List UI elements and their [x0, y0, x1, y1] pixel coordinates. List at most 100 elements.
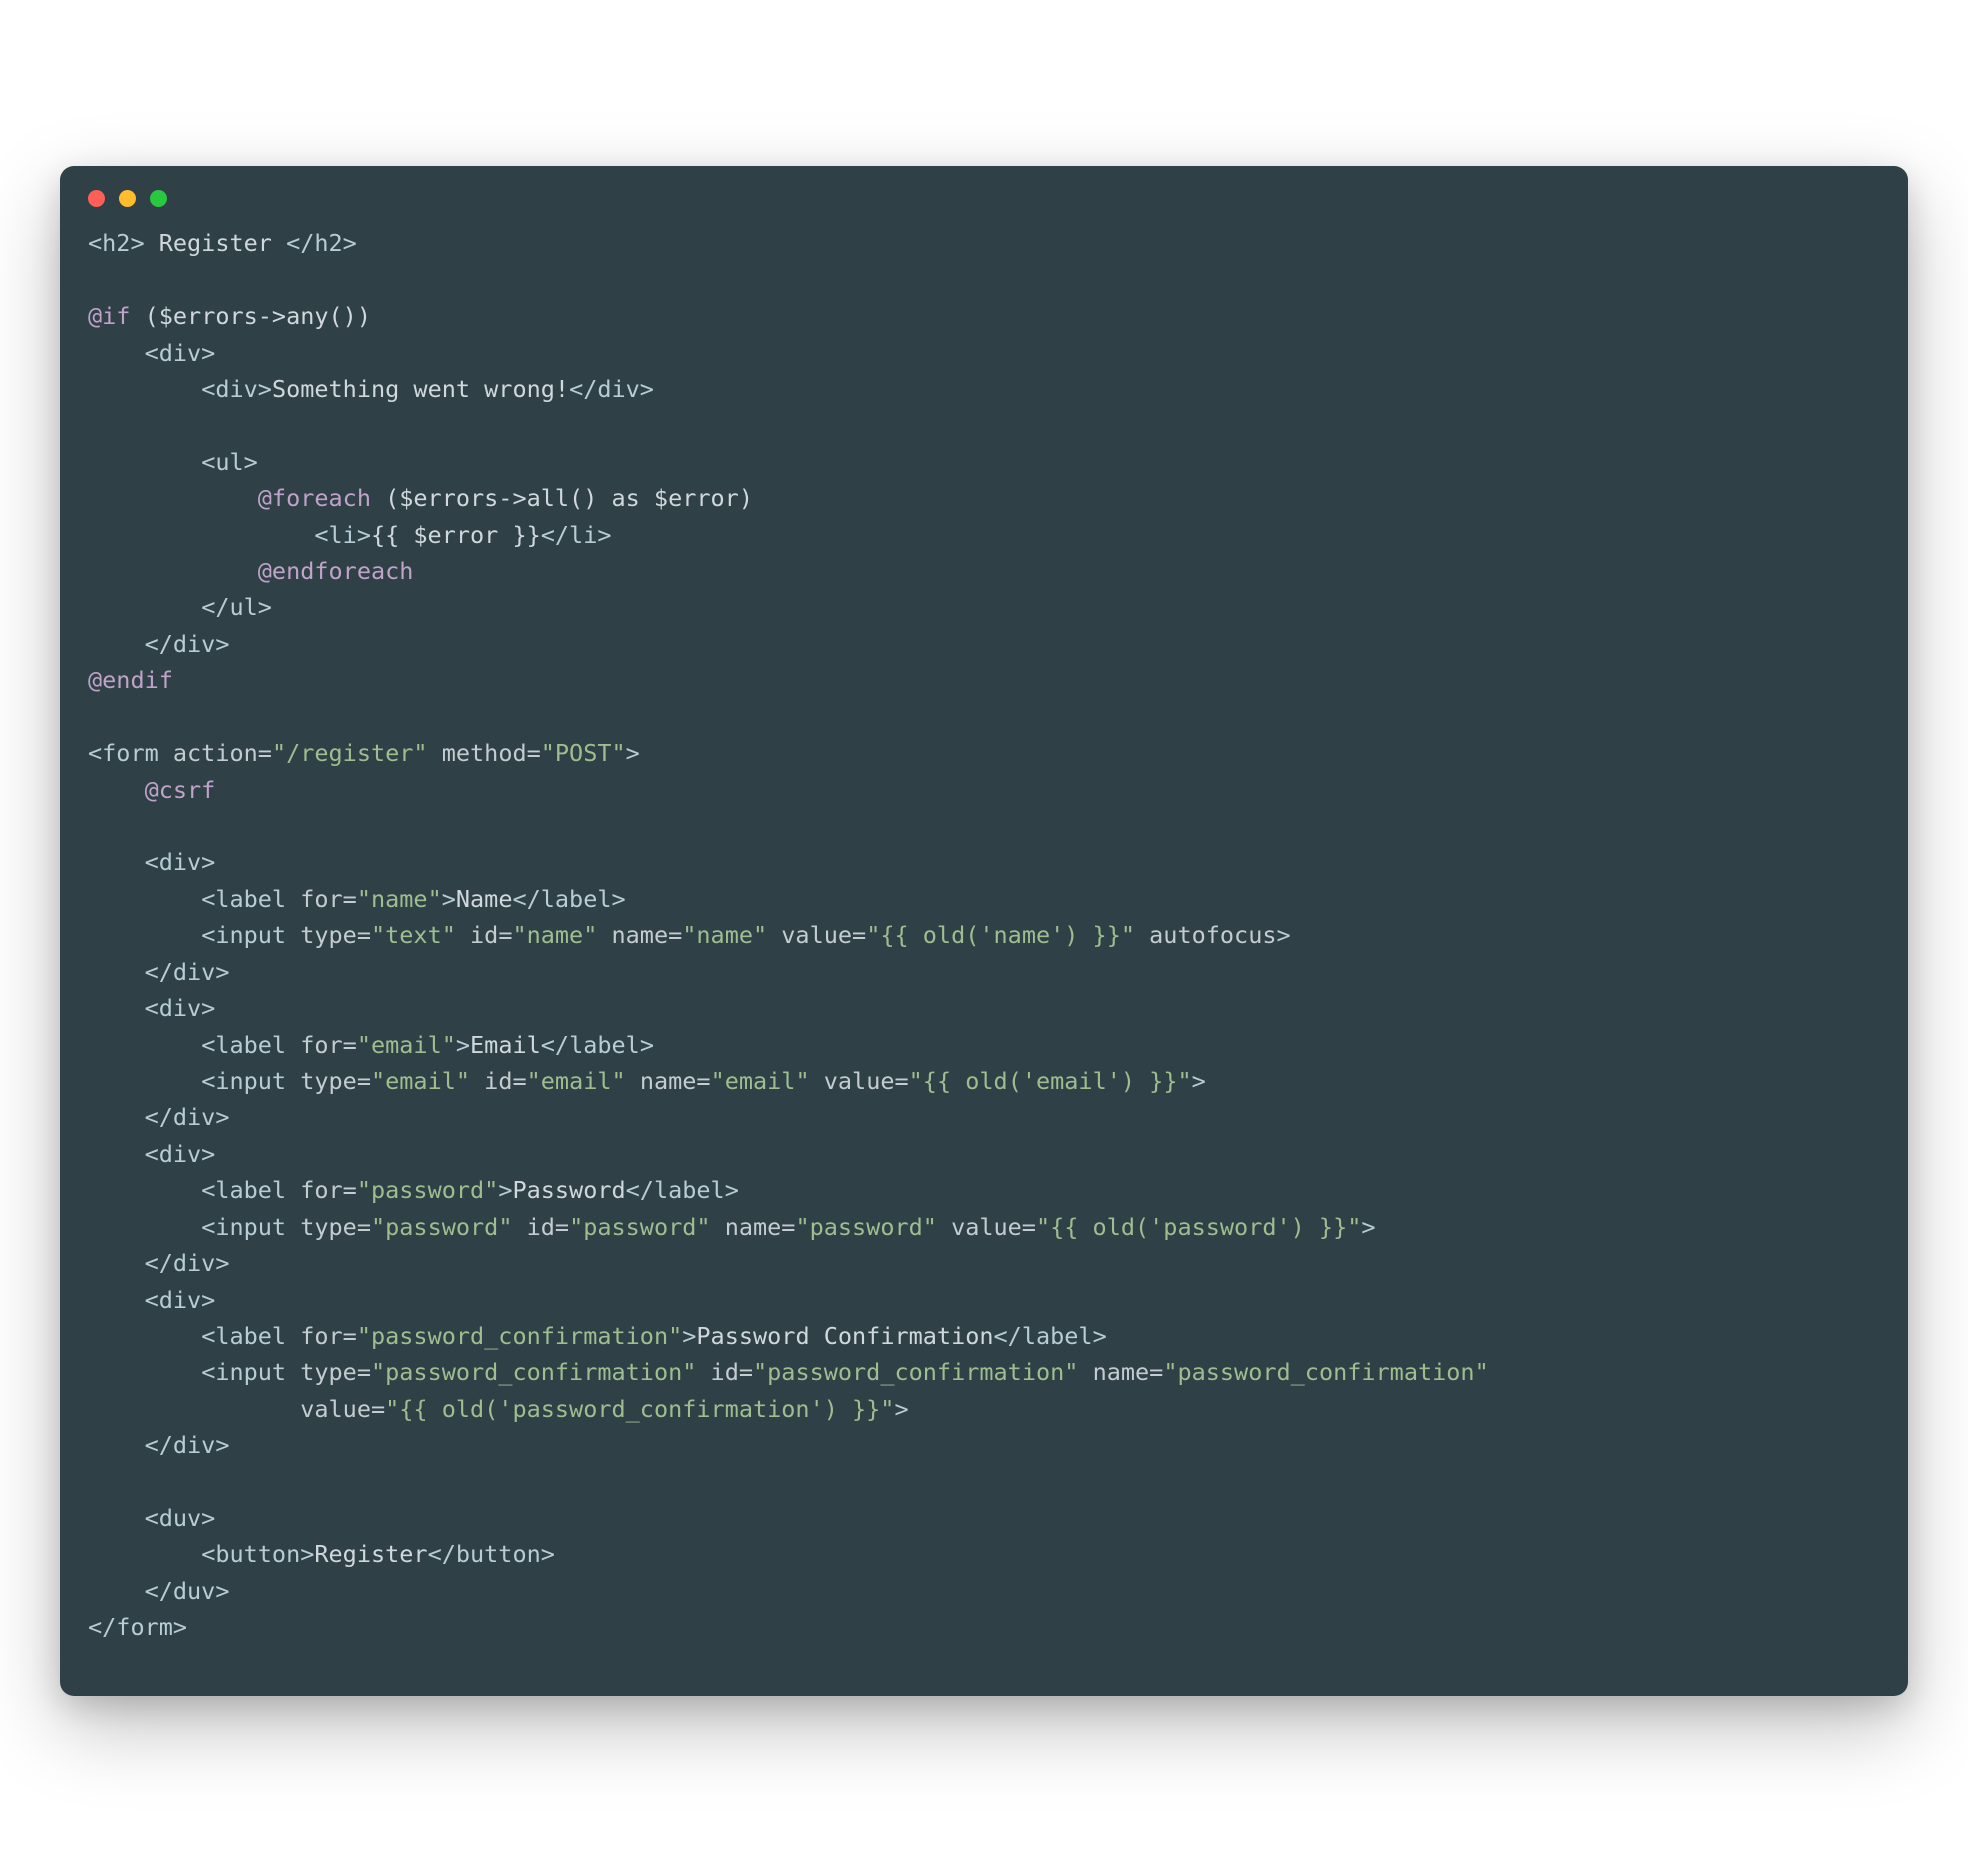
code-line[interactable]: </form> — [88, 1613, 187, 1641]
code-line[interactable]: <input type="email" id="email" name="ema… — [88, 1067, 1206, 1095]
code-line[interactable]: @if ($errors->any()) — [88, 302, 371, 330]
code-token-dir: @csrf — [145, 776, 216, 804]
code-line[interactable]: <input type="password" id="password" nam… — [88, 1213, 1376, 1241]
code-line[interactable]: <div> — [88, 339, 215, 367]
code-token-text — [88, 885, 201, 913]
code-line[interactable]: </div> — [88, 1249, 229, 1277]
code-line[interactable]: <div> — [88, 1140, 215, 1168]
code-token-tag: > — [442, 885, 456, 913]
code-line[interactable]: @foreach ($errors->all() as $error) — [88, 484, 753, 512]
code-token-text — [88, 1140, 145, 1168]
code-token-tag: <ul> — [201, 448, 258, 476]
code-token-tag: </ul> — [201, 593, 272, 621]
code-token-tag: <input — [201, 1358, 300, 1386]
code-line[interactable]: <div> — [88, 994, 215, 1022]
code-token-tag: </li> — [541, 521, 612, 549]
code-token-text — [88, 921, 201, 949]
code-token-attr: value= — [937, 1213, 1036, 1241]
code-token-attr: for= — [300, 1322, 357, 1350]
code-token-tag: <duv> — [145, 1504, 216, 1532]
code-line[interactable]: <div> — [88, 848, 215, 876]
code-token-tag: <label — [201, 1322, 300, 1350]
code-line[interactable]: <duv> — [88, 1504, 215, 1532]
code-line[interactable]: @endif — [88, 666, 173, 694]
code-token-text: Password Confirmation — [696, 1322, 993, 1350]
code-token-text — [88, 1395, 300, 1423]
code-token-text: Register — [145, 229, 286, 257]
code-line[interactable]: </div> — [88, 958, 229, 986]
code-token-text: Register — [314, 1540, 427, 1568]
code-token-text — [88, 593, 201, 621]
code-token-tag: </label> — [541, 1031, 654, 1059]
code-token-tag: </label> — [512, 885, 625, 913]
code-line[interactable]: <div>Something went wrong!</div> — [88, 375, 654, 403]
code-token-text — [88, 1103, 145, 1131]
code-token-tag: <label — [201, 1176, 300, 1204]
code-line[interactable]: </div> — [88, 1103, 229, 1131]
code-token-attr: action= — [173, 739, 272, 767]
code-token-tag: > — [498, 1176, 512, 1204]
code-line[interactable]: <div> — [88, 1286, 215, 1314]
code-editor[interactable]: <h2> Register </h2> @if ($errors->any())… — [60, 215, 1908, 1655]
code-token-text: Name — [456, 885, 513, 913]
code-line[interactable]: <form action="/register" method="POST"> — [88, 739, 640, 767]
code-token-str: "email" — [711, 1067, 810, 1095]
code-token-text — [88, 630, 145, 658]
code-token-attr: type= — [300, 921, 371, 949]
code-token-str: "{{ old('password_confirmation') }}" — [385, 1395, 894, 1423]
code-token-dir: @if — [88, 302, 130, 330]
code-line[interactable]: <h2> Register </h2> — [88, 229, 357, 257]
titlebar — [60, 166, 1908, 215]
code-token-attr: type= — [300, 1067, 371, 1095]
code-line[interactable]: @csrf — [88, 776, 215, 804]
code-token-str: "password" — [371, 1213, 512, 1241]
code-line[interactable]: value="{{ old('password_confirmation') }… — [88, 1395, 909, 1423]
code-token-attr: for= — [300, 1031, 357, 1059]
code-token-tag: > — [456, 1031, 470, 1059]
code-token-tag: <input — [201, 1067, 300, 1095]
code-token-tag: <div> — [201, 375, 272, 403]
code-token-str: "name" — [682, 921, 767, 949]
code-token-text — [88, 776, 145, 804]
maximize-icon[interactable] — [150, 190, 167, 207]
code-token-text — [88, 557, 258, 585]
code-token-str: "/register" — [272, 739, 428, 767]
code-token-tag: <label — [201, 885, 300, 913]
code-line[interactable]: </div> — [88, 1431, 229, 1459]
code-token-text — [88, 1504, 145, 1532]
code-line[interactable]: <ul> — [88, 448, 258, 476]
code-line[interactable]: <label for="email">Email</label> — [88, 1031, 654, 1059]
close-icon[interactable] — [88, 190, 105, 207]
code-line[interactable]: <label for="password">Password</label> — [88, 1176, 739, 1204]
code-token-tag: <div> — [145, 994, 216, 1022]
code-line[interactable]: </div> — [88, 630, 229, 658]
code-line[interactable]: <li>{{ $error }}</li> — [88, 521, 612, 549]
code-token-tag: <label — [201, 1031, 300, 1059]
code-token-attr: id= — [512, 1213, 569, 1241]
code-token-text — [88, 521, 314, 549]
code-line[interactable]: @endforeach — [88, 557, 413, 585]
code-line[interactable]: <input type="text" id="name" name="name"… — [88, 921, 1291, 949]
code-token-tag: </div> — [569, 375, 654, 403]
code-token-text — [88, 1249, 145, 1277]
code-token-tag: </h2> — [286, 229, 357, 257]
code-token-tag: <li> — [314, 521, 371, 549]
code-line[interactable]: <input type="password_confirmation" id="… — [88, 1358, 1489, 1386]
code-token-tag: > — [626, 739, 640, 767]
code-token-tag: </div> — [145, 1249, 230, 1277]
code-token-attr: value= — [300, 1395, 385, 1423]
code-line[interactable]: <label for="name">Name</label> — [88, 885, 626, 913]
editor-window: <h2> Register </h2> @if ($errors->any())… — [60, 166, 1908, 1695]
code-token-text — [88, 1176, 201, 1204]
code-line[interactable]: <button>Register</button> — [88, 1540, 555, 1568]
code-line[interactable]: <label for="password_confirmation">Passw… — [88, 1322, 1107, 1350]
minimize-icon[interactable] — [119, 190, 136, 207]
code-token-attr: value= — [767, 921, 866, 949]
code-token-attr: name= — [1078, 1358, 1163, 1386]
code-line[interactable]: </ul> — [88, 593, 272, 621]
code-token-attr: for= — [300, 885, 357, 913]
code-token-attr: autofocus — [1135, 921, 1276, 949]
code-token-attr: name= — [597, 921, 682, 949]
code-line[interactable]: </duv> — [88, 1577, 229, 1605]
code-token-text — [88, 1213, 201, 1241]
